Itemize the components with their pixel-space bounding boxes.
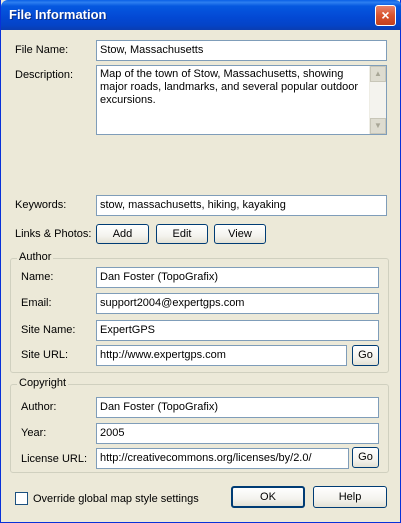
author-name-input[interactable]: Dan Foster (TopoGrafix) [96,267,379,288]
window-title: File Information [9,7,107,22]
edit-button[interactable]: Edit [156,224,208,244]
view-button[interactable]: View [214,224,266,244]
site-name-label: Site Name: [21,324,76,336]
title-bar[interactable]: File Information × [1,0,401,30]
author-email-input[interactable]: support2004@expertgps.com [96,293,379,314]
file-name-label: File Name: [15,44,69,56]
license-url-label: License URL: [21,453,88,465]
site-url-go-button[interactable]: Go [352,345,379,366]
keywords-label: Keywords: [15,199,67,211]
description-label: Description: [15,69,74,81]
site-url-label: Site URL: [21,349,69,361]
copyright-year-label: Year: [21,427,47,439]
author-email-label: Email: [21,297,52,309]
author-name-label: Name: [21,271,54,283]
copyright-author-input[interactable]: Dan Foster (TopoGrafix) [96,397,379,418]
copyright-author-label: Author: [21,401,57,413]
site-url-input[interactable]: http://www.expertgps.com [96,345,347,366]
help-button[interactable]: Help [313,486,387,508]
license-url-go-button[interactable]: Go [352,447,379,468]
description-scrollbar[interactable]: ▲ ▼ [369,66,386,134]
author-group-title: Author [17,251,54,263]
close-icon: × [381,7,390,23]
close-button[interactable]: × [375,5,396,26]
scroll-up-icon[interactable]: ▲ [370,66,386,82]
file-name-input[interactable]: Stow, Massachusetts [96,40,387,61]
override-style-checkbox[interactable] [15,492,28,505]
license-url-input[interactable]: http://creativecommons.org/licenses/by/2… [96,448,349,469]
override-style-label[interactable]: Override global map style settings [33,493,199,505]
copyright-year-input[interactable]: 2005 [96,423,379,444]
scroll-down-icon[interactable]: ▼ [370,118,386,134]
site-name-input[interactable]: ExpertGPS [96,320,379,341]
file-information-dialog: File Information × File Name: Stow, Mass… [0,0,401,523]
keywords-input[interactable]: stow, massachusetts, hiking, kayaking [96,195,387,216]
copyright-group-title: Copyright [17,377,69,389]
add-button[interactable]: Add [96,224,149,244]
ok-button[interactable]: OK [231,486,305,508]
description-text: Map of the town of Stow, Massachusetts, … [100,68,359,106]
links-photos-label: Links & Photos: [15,228,92,240]
description-textarea[interactable]: Map of the town of Stow, Massachusetts, … [96,65,387,135]
